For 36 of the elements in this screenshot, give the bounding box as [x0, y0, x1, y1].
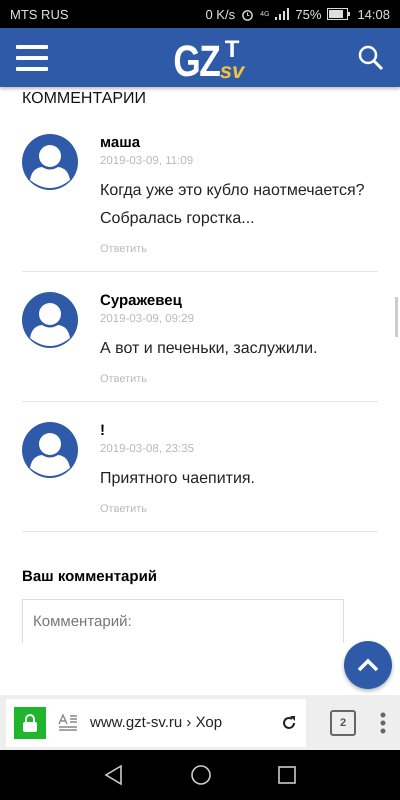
address-bar[interactable]: www.gzt-sv.ru › Хор: [6, 698, 306, 746]
reload-icon[interactable]: [280, 714, 298, 732]
comment-text: Приятного чаепития.: [100, 469, 256, 489]
clock: 14:08: [357, 6, 390, 22]
comment-date: 2019-03-08, 23:35: [100, 443, 195, 455]
comment-field[interactable]: Комментарий:: [22, 599, 344, 643]
avatar-icon: [22, 292, 78, 348]
tab-count[interactable]: 2: [330, 710, 356, 736]
chevron-up-icon: [356, 657, 380, 673]
section-title: КОММЕНТАРИИ: [22, 90, 148, 108]
comment-text: А вот и печеньки, заслужили.: [100, 339, 319, 359]
url-text: www.gzt-sv.ru › Хор: [90, 714, 224, 731]
avatar-icon: [22, 422, 78, 478]
menu-icon[interactable]: [16, 44, 48, 70]
comment-date: 2019-03-09, 09:29: [100, 313, 195, 325]
recents-icon[interactable]: [277, 765, 298, 785]
battery-percent: 75%: [295, 6, 322, 22]
back-icon[interactable]: [102, 764, 125, 786]
comment-date: 2019-03-09, 11:09: [100, 155, 194, 167]
home-icon[interactable]: [190, 764, 212, 786]
reader-mode-icon[interactable]: [58, 714, 78, 732]
signal-icon: [275, 8, 290, 20]
comment-author: маша: [100, 134, 142, 151]
carrier-name: MTS RUS: [10, 6, 68, 22]
more-icon[interactable]: [380, 712, 386, 734]
scroll-top-button[interactable]: [344, 641, 392, 689]
comment-author: Суражевец: [100, 292, 183, 309]
alarm-icon: [241, 8, 254, 20]
form-title: Ваш комментарий: [22, 568, 158, 585]
battery-icon: [327, 8, 352, 20]
lock-icon: [14, 706, 46, 738]
comment-author: !: [100, 422, 106, 439]
avatar-icon: [22, 134, 78, 190]
search-icon[interactable]: [358, 44, 384, 70]
comment-text: Когда уже это кубло наотмечается? Собралась горстка...: [100, 181, 366, 229]
network-speed: 0 K/s: [205, 6, 236, 22]
